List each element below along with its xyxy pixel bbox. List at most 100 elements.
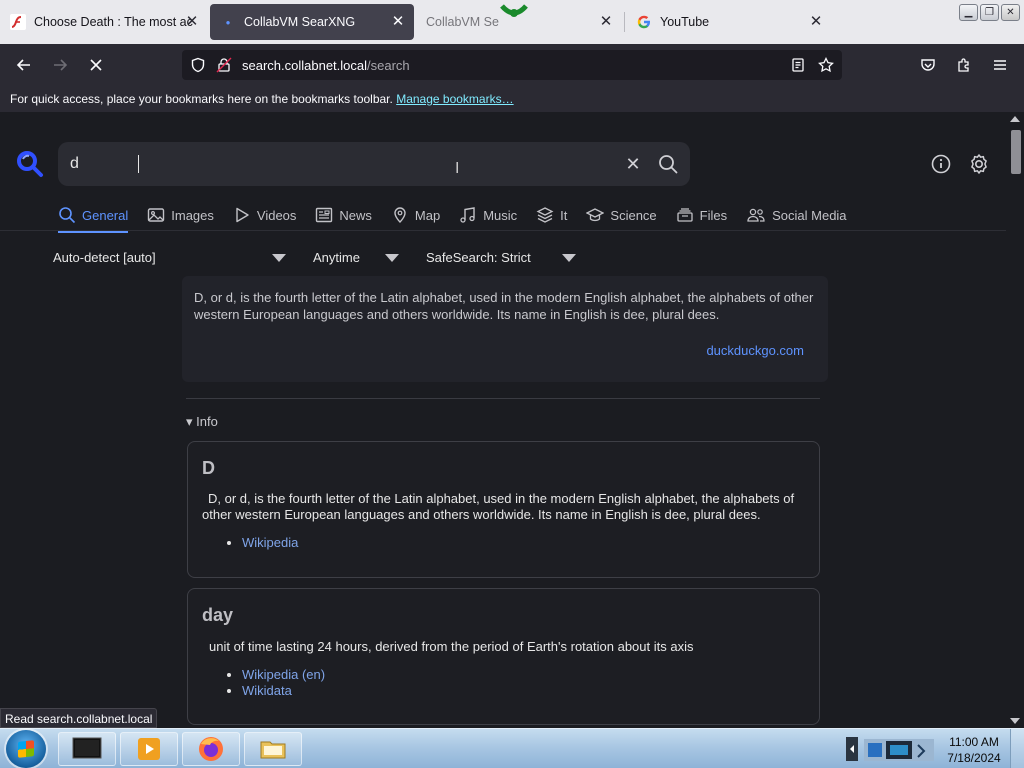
close-window-icon[interactable]: ✕ [1001,4,1020,21]
dot-icon: ● [225,17,231,27]
info-toggle[interactable]: ▾ Info [186,414,218,430]
list-item: Wikipedia (en) [242,667,325,683]
time-range-select[interactable]: Anytime [313,244,403,270]
back-icon[interactable] [12,53,36,77]
search-submit-icon[interactable] [656,152,680,176]
tab-youtube[interactable]: YouTube ✕ [626,4,832,40]
tab-separator [624,12,625,32]
close-tab-icon[interactable]: ✕ [598,14,614,30]
manage-bookmarks-link[interactable]: Manage bookmarks… [396,92,513,106]
close-tab-icon[interactable]: ✕ [808,14,824,30]
tray-icons[interactable] [864,737,934,763]
taskbar-app-media[interactable] [120,732,178,766]
shield-icon[interactable] [188,55,208,75]
tab-news[interactable]: News [315,200,372,230]
flash-icon [10,14,26,30]
clock-time: 11:00 AM [949,735,999,749]
tab-social-media[interactable]: Social Media [746,200,847,230]
wikipedia-link[interactable]: Wikipedia [242,535,298,550]
taskbar-app-explorer[interactable] [244,732,302,766]
newspaper-icon [316,207,333,223]
chevron-down-icon [272,254,286,262]
category-label: It [560,207,568,223]
page-scrollbar[interactable] [1006,112,1024,728]
tab-videos[interactable]: Videos [233,200,296,230]
extensions-icon[interactable] [952,53,976,77]
taskbar-app-firefox[interactable] [182,732,240,766]
text-caret [138,155,139,173]
settings-gear-icon[interactable] [967,152,991,176]
insecure-lock-icon[interactable] [214,55,234,75]
tab-images[interactable]: Images [147,200,214,230]
tab-map[interactable]: Map [391,200,440,230]
section-divider [186,398,820,399]
firefox-icon [199,737,223,761]
tab-files[interactable]: Files [676,200,727,230]
tab-title: CollabVM SearXNG [244,15,356,29]
reader-view-icon[interactable] [788,55,808,75]
tab-music[interactable]: Music [459,200,517,230]
tab-it[interactable]: It [536,200,567,230]
terminal-icon [72,737,102,759]
show-desktop-button[interactable] [1010,729,1024,768]
searxng-logo-icon[interactable] [16,150,44,178]
windows-taskbar: 11:00 AM 7/18/2024 [0,728,1024,768]
language-select[interactable]: Auto-detect [auto] [53,244,293,270]
media-player-icon [138,738,160,760]
files-icon [677,208,693,222]
close-tab-icon[interactable]: ✕ [390,14,406,30]
start-button[interactable] [6,730,46,768]
close-tab-icon[interactable]: ✕ [184,14,200,30]
category-label: News [339,207,372,223]
stop-loading-icon[interactable] [84,53,108,77]
minimize-icon[interactable]: ▁ [959,4,978,21]
music-icon [460,207,475,223]
play-icon [236,207,249,223]
clock-date: 7/18/2024 [947,751,1001,765]
clock[interactable]: 11:00 AM 7/18/2024 [944,734,1004,766]
system-tray [842,729,942,768]
tab-choose-death[interactable]: Choose Death : The most ac ✕ [0,4,208,40]
infobox-card-d: D D, or d, is the fourth letter of the L… [187,441,820,578]
infobox-title: day [202,605,234,625]
forward-icon[interactable] [48,53,72,77]
category-label: General [82,207,129,223]
scroll-down-icon[interactable] [1010,718,1020,724]
info-icon[interactable] [929,152,953,176]
tray-expand-icon[interactable] [846,737,858,761]
bookmark-star-icon[interactable] [816,55,836,75]
scroll-thumb[interactable] [1011,130,1021,174]
url-bar[interactable]: search.collabnet.local/search [182,50,842,80]
status-bar: Read search.collabnet.local [0,708,158,728]
taskbar-app-terminal[interactable] [58,732,116,766]
maximize-icon[interactable]: ❐ [980,4,999,21]
browser-tab-strip: Choose Death : The most ac ✕ ● CollabVM … [0,0,1024,44]
folder-icon [260,741,286,759]
category-label: Files [699,207,728,223]
tab-collabvm-searxng[interactable]: ● CollabVM SearXNG ✕ [210,4,414,40]
wikidata-link[interactable]: Wikidata [242,683,292,698]
wikipedia-en-link[interactable]: Wikipedia (en) [242,667,325,682]
infobox-definition: D, or d, is the fourth letter of the Lat… [202,491,795,522]
url-path: /search [367,58,410,73]
scroll-up-icon[interactable] [1010,116,1020,122]
answer-source-link[interactable]: duckduckgo.com [706,343,804,358]
clear-search-icon[interactable]: ✕ [622,153,644,175]
search-input[interactable] [70,150,610,178]
answer-text: D, or d, is the fourth letter of the Lat… [194,290,814,322]
menu-icon[interactable] [988,53,1012,77]
pocket-icon[interactable] [916,53,940,77]
safesearch-select[interactable]: SafeSearch: Strict [426,244,582,270]
category-divider [0,230,1006,231]
image-icon [148,208,165,222]
category-label: Social Media [772,207,847,223]
infobox-definition: unit of time lasting 24 hours, derived f… [209,639,694,654]
google-icon [636,14,652,30]
category-label: Science [610,207,657,223]
tab-general[interactable]: General [58,200,129,233]
infobox-card-day: day unit of time lasting 24 hours, deriv… [187,588,820,725]
tab-science[interactable]: Science [586,200,657,230]
category-label: Music [483,207,518,223]
answer-box: D, or d, is the fourth letter of the Lat… [182,276,828,382]
url-host: search.collabnet.local [242,58,368,73]
